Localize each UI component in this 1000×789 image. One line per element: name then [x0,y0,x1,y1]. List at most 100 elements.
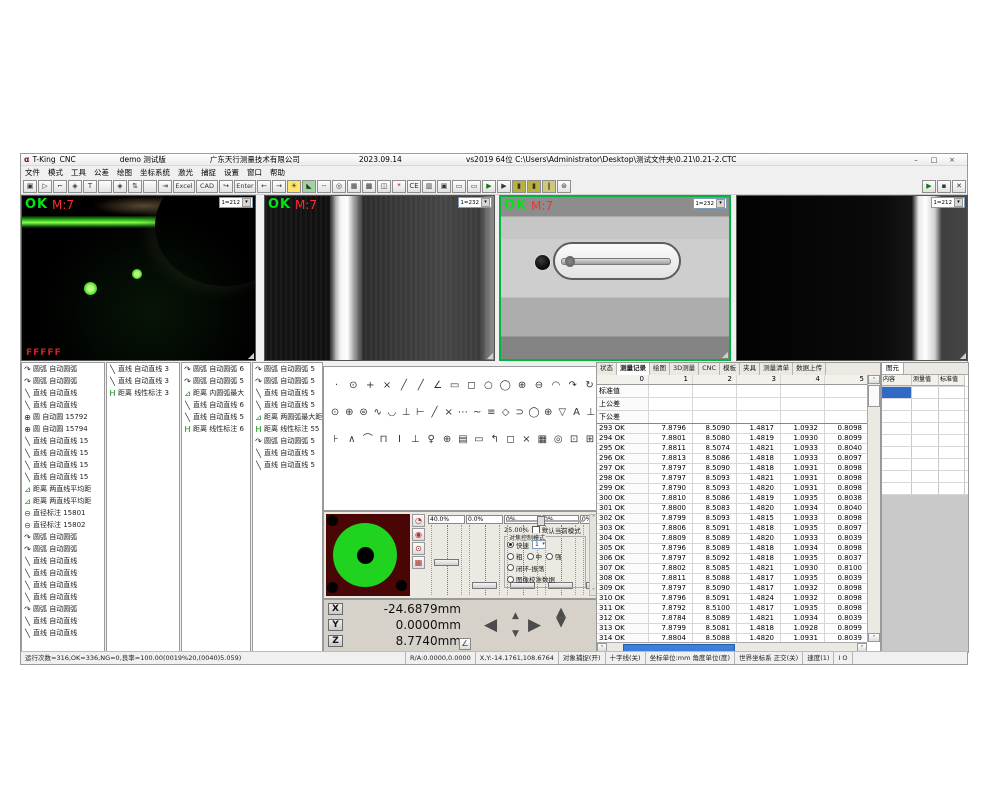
camera2-channel-select[interactable]: 1=232▾ [458,197,492,208]
closed-loop-radio[interactable] [507,564,514,571]
toolbar-button[interactable]: ▣ [23,180,37,193]
feature-list-item[interactable]: ⊿距离 两直线平均距 [22,495,104,507]
jog-left-icon[interactable]: ◀ [484,617,497,634]
feature-list-item[interactable]: ╲直线 自动直线 3 [107,375,179,387]
feature-list-item[interactable]: ╲直线 自动直线 [22,591,104,603]
tool-icon[interactable]: ⊥ [399,404,413,421]
toolbar-button[interactable]: T [83,180,97,193]
elements-row[interactable] [882,423,968,435]
toolbar-button[interactable] [143,180,157,193]
table-row[interactable]: 296 OK7.88138.50861.48181.09330.80971.09… [597,454,867,464]
menu-item-绘图[interactable]: 绘图 [117,167,132,178]
menu-item-设置[interactable]: 设置 [224,167,239,178]
menu-item-坐标系统[interactable]: 坐标系统 [140,167,170,178]
tool-icon[interactable]: A [569,404,583,421]
tool-icon[interactable]: ⊙ [328,404,342,421]
tool-icon[interactable]: ≡ [484,404,498,421]
toolbar-button[interactable]: ⌐ [53,180,67,193]
table-row[interactable]: 297 OK7.87978.50901.48181.09310.80981.09… [597,464,867,474]
toolbar-button[interactable]: Enter [234,180,256,193]
table-row[interactable]: 307 OK7.88028.50851.48211.09300.81001.09… [597,564,867,574]
toolbar-button[interactable]: ▥ [422,180,436,193]
close-button[interactable]: × [945,155,959,165]
measurement-grid[interactable]: 0123456标准值上公差下公差293 OK7.87968.50901.4817… [597,375,867,642]
tab-夹具[interactable]: 夹具 [740,363,760,375]
table-row[interactable]: 306 OK7.87978.50921.48181.09350.80371.09… [597,554,867,564]
elements-row[interactable] [882,447,968,459]
feature-list-item[interactable]: ╲直线 自动直线 3 [107,363,179,375]
focus-fine-radio[interactable] [546,553,553,560]
toolbar-button[interactable]: ◈ [68,180,82,193]
camera-view-1[interactable]: FFFFF OK M:7 1=212▾ ◢ [21,195,256,361]
feature-list-item[interactable]: ↷圆弧 自动圆弧 [22,363,104,375]
feature-list-item[interactable]: ↷圆弧 自动圆弧 6 [182,363,250,375]
toolbar-button[interactable] [98,180,112,193]
tool-icon[interactable]: ∠ [429,377,446,394]
tool-icon[interactable]: ◠ [547,377,564,394]
feature-list-item[interactable]: ↷圆弧 自动圆弧 5 [182,375,250,387]
tool-icon[interactable]: ⊕ [541,404,555,421]
feature-list-item[interactable]: ↷圆弧 自动圆弧 [22,375,104,387]
toolbar-button[interactable]: CAD [196,180,218,193]
tab-测量记录[interactable]: 测量记录 [617,363,650,375]
tool-icon[interactable]: ▭ [446,377,463,394]
feature-list-item[interactable]: ╲直线 自动直线 [22,627,104,639]
elements-row[interactable] [882,411,968,423]
tool-icon[interactable]: ▭ [471,431,487,448]
feature-list-item[interactable]: ╲直线 自动直线 5 [253,447,322,459]
tab-状态[interactable]: 状态 [597,363,617,375]
elements-row[interactable] [882,459,968,471]
camera3-resize-grip[interactable]: ◢ [722,350,728,359]
tool-icon[interactable]: I [392,431,408,448]
dropdown-arrow-icon[interactable]: ▾ [716,199,725,208]
tool-icon[interactable]: ∿ [371,404,385,421]
camera-view-2[interactable]: OK M:7 1=232▾ ◢ [264,195,495,361]
tab-数据上传[interactable]: 数据上传 [793,363,826,375]
feature-list-item[interactable]: ⊖直径标注 15802 [22,519,104,531]
tab-绘图[interactable]: 绘图 [650,363,670,375]
table-row[interactable]: 298 OK7.87978.50931.48211.09310.80981.09… [597,474,867,484]
feature-list-item[interactable]: ╲直线 自动直线 5 [182,411,250,423]
toolbar-button[interactable]: -- [317,180,331,193]
z-jog-arrows[interactable]: ▲▼ [556,608,566,628]
light-slider[interactable]: 0.0% [466,515,503,595]
jog-down-icon[interactable]: ▼ [512,630,519,639]
tool-icon[interactable]: ◯ [527,404,541,421]
toolbar-button[interactable]: ▷ [38,180,52,193]
tool-icon[interactable]: ◻ [503,431,519,448]
toolbar-button[interactable]: ⊛ [557,180,571,193]
table-row[interactable]: 标准值 [597,385,867,398]
light-segment-button[interactable]: ▦ [412,556,425,569]
toolbar-button[interactable]: ⇥ [158,180,172,193]
camera4-channel-select[interactable]: 1=212▾ [931,197,965,208]
toolbar-button[interactable]: ▭ [452,180,466,193]
camera-view-3-selected[interactable]: OK M:7 1=232▾ ◢ [499,195,731,361]
tab-测量清单[interactable]: 测量清单 [760,363,793,375]
dropdown-arrow-icon[interactable]: ▾ [954,198,963,207]
table-row[interactable]: 309 OK7.87978.50901.48171.09320.80981.09… [597,584,867,594]
tool-icon[interactable]: ↷ [564,377,581,394]
camera4-resize-grip[interactable]: ◢ [960,351,966,360]
scroll-down-icon[interactable]: ˅ [868,633,880,642]
tool-icon[interactable]: ◡ [385,404,399,421]
menu-item-激光[interactable]: 激光 [178,167,193,178]
light-segment-button[interactable]: ◉ [412,528,425,541]
toolbar-button[interactable]: ◣ [302,180,316,193]
toolbar-button[interactable]: ← [257,180,271,193]
table-row[interactable]: 下公差 [597,411,867,424]
elements-row[interactable] [882,387,968,399]
toolbar-button[interactable]: CE [407,180,421,193]
light-segment-button[interactable]: ◔ [412,514,425,527]
tab-CNC[interactable]: CNC [699,363,720,375]
table-row[interactable]: 308 OK7.88118.50881.48171.09350.80391.09… [597,574,867,584]
tool-icon[interactable]: ⊃ [513,404,527,421]
tool-icon[interactable]: ◯ [497,377,514,394]
feature-list-item[interactable]: ⊖直径标注 15801 [22,507,104,519]
focus-level-select[interactable]: 1 [532,540,546,549]
tool-icon[interactable]: ⊢ [413,404,427,421]
tool-icon[interactable]: × [442,404,456,421]
toolbar-button[interactable]: ☀ [287,180,301,193]
tool-icon[interactable]: ▤ [455,431,471,448]
light-segment-button[interactable]: ⊙ [412,542,425,555]
menu-item-模式[interactable]: 模式 [48,167,63,178]
